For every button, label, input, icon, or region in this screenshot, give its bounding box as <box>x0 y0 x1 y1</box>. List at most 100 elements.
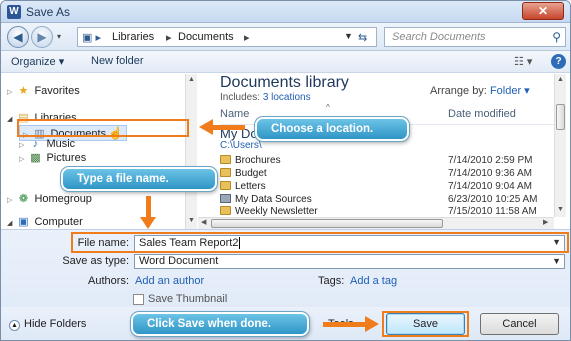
file-date: 7/14/2010 9:04 AM <box>448 181 532 192</box>
file-name: Weekly Newsletter <box>235 206 318 217</box>
close-button[interactable]: ✕ <box>522 2 564 20</box>
file-row[interactable]: Letters 7/14/2010 9:04 AM <box>220 181 555 194</box>
save-arrow-head-icon <box>365 316 379 332</box>
file-name: My Data Sources <box>235 194 312 205</box>
scroll-up-icon[interactable]: ▲ <box>557 76 564 83</box>
expand-arrow-icon[interactable]: ▷ <box>7 89 12 96</box>
breadcrumb-libraries[interactable]: Libraries <box>112 31 154 43</box>
forward-button[interactable]: ▶ <box>31 26 53 48</box>
collapse-circle-icon: ▲ <box>9 320 20 331</box>
add-tag-link[interactable]: Add a tag <box>350 275 397 287</box>
file-date: 7/14/2010 9:36 AM <box>448 168 532 179</box>
breadcrumb-documents[interactable]: Documents <box>178 31 234 43</box>
new-folder-button[interactable]: New folder <box>91 55 144 67</box>
group-path: C:\Users\ <box>220 140 262 151</box>
nav-item-pictures[interactable]: ▷ ▩ Pictures <box>19 151 86 164</box>
word-app-icon: W <box>7 5 21 19</box>
arrange-by-dropdown[interactable]: Folder ▾ <box>490 85 530 97</box>
scroll-up-icon[interactable]: ▲ <box>188 76 195 83</box>
help-icon[interactable]: ? <box>551 54 566 69</box>
library-title: Documents library <box>220 74 349 91</box>
nav-scrollbar[interactable]: ▲ ▼ <box>185 74 197 229</box>
search-icon[interactable]: ⚲ <box>552 30 561 44</box>
expand-arrow-icon[interactable]: ▷ <box>7 197 12 204</box>
recent-pages-chevron-icon[interactable]: ▾ <box>57 32 61 41</box>
cancel-button[interactable]: Cancel <box>480 313 559 335</box>
column-header-name[interactable]: Name <box>220 108 249 120</box>
folder-icon <box>220 206 231 215</box>
save-arrow-shaft <box>323 322 367 327</box>
file-row[interactable]: Budget 7/14/2010 9:36 AM <box>220 168 555 181</box>
file-name: Budget <box>235 168 267 179</box>
navigation-pane: ▷ ★ Favorites ◢ ▤ Libraries ▷ ▥ Documents ☝ … <box>1 74 197 229</box>
folder-icon <box>220 181 231 190</box>
authors-label: Authors: <box>88 275 129 287</box>
computer-icon: ▣ <box>18 216 29 228</box>
address-row: ◀ ▶ ▾ ▣ ▸ Libraries ▸ Documents ▸ ▼ ⇆ Se… <box>1 23 570 51</box>
save-thumbnail-checkbox[interactable] <box>133 294 144 305</box>
save-thumbnail-label: Save Thumbnail <box>148 293 228 305</box>
expand-arrow-icon[interactable]: ▷ <box>19 156 24 163</box>
window-title: Save As <box>26 5 71 19</box>
collapse-arrow-icon[interactable]: ◢ <box>7 116 12 123</box>
nav-item-favorites[interactable]: ▷ ★ Favorites <box>7 84 80 97</box>
homegroup-icon: ❁ <box>18 193 29 205</box>
folder-location-icon: ▣ ▸ <box>82 32 101 44</box>
choose-location-callout: Choose a location. <box>254 116 410 142</box>
sort-arrow-icon: ^ <box>326 103 330 112</box>
filename-arrow-head-icon <box>140 217 156 229</box>
click-save-callout: Click Save when done. <box>130 311 310 337</box>
filename-arrow-shaft <box>146 196 151 218</box>
scroll-right-icon[interactable]: ▶ <box>543 218 548 226</box>
expand-arrow-icon[interactable]: ▷ <box>19 142 24 149</box>
address-bar[interactable]: ▣ ▸ Libraries ▸ Documents ▸ ▼ ⇆ <box>77 27 377 47</box>
scroll-thumb[interactable] <box>211 219 443 228</box>
command-bar: Organize ▾ New folder ☷ ▾ ? <box>1 51 570 73</box>
arrange-by: Arrange by: Folder ▾ <box>430 84 530 97</box>
save-as-type-select[interactable]: Word Document ▼ <box>134 254 565 269</box>
scroll-thumb[interactable] <box>556 104 565 130</box>
change-view-icon[interactable]: ☷ ▾ <box>514 55 532 68</box>
data-source-icon <box>220 194 231 203</box>
file-list-horizontal-scrollbar[interactable]: ◀ ▶ <box>198 217 554 229</box>
hide-folders-label: Hide Folders <box>24 318 87 330</box>
file-list-vertical-scrollbar[interactable]: ▲ ▼ <box>554 74 566 217</box>
includes-label: Includes: <box>220 92 261 103</box>
column-header-date-modified[interactable]: Date modified <box>448 108 516 120</box>
title-bar: W Save As ✕ <box>1 1 570 23</box>
search-placeholder: Search Documents <box>392 31 486 43</box>
scroll-down-icon[interactable]: ▼ <box>557 206 564 213</box>
add-author-link[interactable]: Add an author <box>135 275 204 287</box>
file-row[interactable]: Brochures 7/14/2010 2:59 PM <box>220 155 555 168</box>
location-arrow-shaft <box>213 125 245 130</box>
folder-icon <box>220 168 231 177</box>
type-filename-callout: Type a file name. <box>60 166 218 192</box>
file-name: Letters <box>235 181 266 192</box>
breadcrumb-separator-icon[interactable]: ▸ <box>166 31 172 44</box>
file-date: 6/23/2010 10:25 AM <box>448 194 538 205</box>
refresh-icon[interactable]: ⇆ <box>358 31 367 44</box>
nav-label: Music <box>46 138 76 150</box>
nav-item-homegroup[interactable]: ▷ ❁ Homegroup <box>7 192 92 205</box>
hide-folders-toggle[interactable]: ▲ Hide Folders <box>9 318 86 331</box>
location-arrow-head-icon <box>199 119 213 135</box>
scroll-left-icon[interactable]: ◀ <box>201 218 206 226</box>
breadcrumb-separator-icon[interactable]: ▸ <box>244 31 250 44</box>
file-name-highlight-box <box>71 232 569 253</box>
scroll-down-icon[interactable]: ▼ <box>188 217 195 224</box>
address-dropdown-icon[interactable]: ▼ <box>344 31 353 41</box>
includes-locations-link[interactable]: 3 locations <box>263 92 311 103</box>
library-includes: Includes: 3 locations <box>220 92 311 103</box>
save-type-dropdown-icon[interactable]: ▼ <box>552 256 561 266</box>
back-button[interactable]: ◀ <box>7 26 29 48</box>
nav-label: Pictures <box>46 152 87 164</box>
collapse-arrow-icon[interactable]: ◢ <box>7 220 12 227</box>
documents-highlight-box <box>17 119 189 137</box>
file-date: 7/15/2010 11:58 AM <box>448 206 537 217</box>
nav-item-computer[interactable]: ◢ ▣ Computer <box>7 215 83 228</box>
nav-item-music[interactable]: ▷ ♪ Music <box>19 138 75 150</box>
search-box[interactable]: Search Documents ⚲ <box>384 27 566 47</box>
save-type-label: Save as type: <box>62 255 129 267</box>
organize-menu[interactable]: Organize ▾ <box>11 55 64 68</box>
save-type-value: Word Document <box>139 255 219 267</box>
